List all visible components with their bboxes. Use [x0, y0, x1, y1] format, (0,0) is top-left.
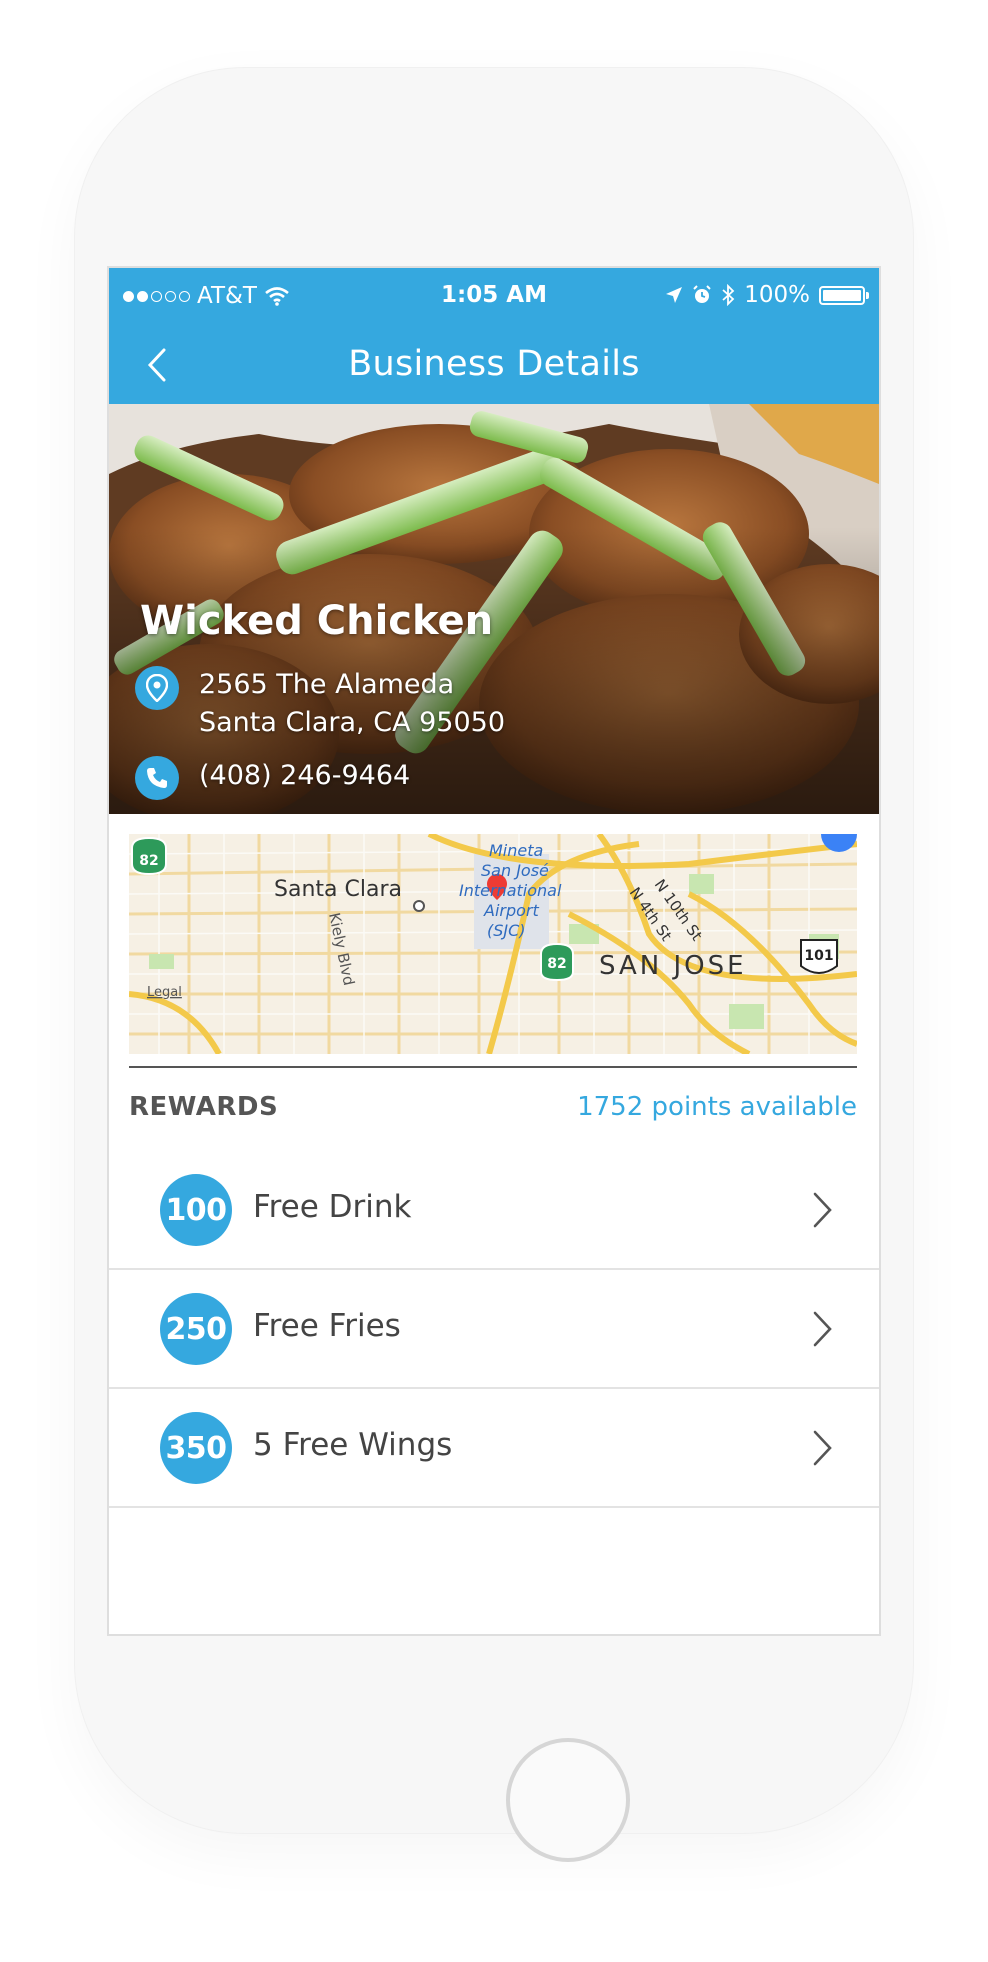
- map-shield-82b: 82: [547, 956, 566, 972]
- map-label-santa-clara: Santa Clara: [274, 877, 402, 902]
- nav-bar: Business Details: [109, 326, 879, 404]
- address-text: 2565 The Alameda Santa Clara, CA 95050: [199, 666, 505, 742]
- phone-row[interactable]: (408) 246-9464: [135, 756, 410, 800]
- reward-item-5-free-wings[interactable]: 350 5 Free Wings: [109, 1389, 879, 1508]
- map-label-airport-5: (SJC): [487, 921, 526, 940]
- location-pin-icon: [135, 666, 179, 710]
- battery-icon: [819, 285, 869, 305]
- page-title: Business Details: [348, 344, 640, 384]
- map-label-airport-1: Mineta: [489, 841, 543, 860]
- chevron-right-icon: [813, 1192, 832, 1228]
- app-screen: AT&T 1:05 AM 100% Business Details Wicke…: [109, 268, 879, 1634]
- points-badge: 350: [160, 1412, 232, 1484]
- reward-name: Free Fries: [253, 1308, 401, 1344]
- address-row[interactable]: 2565 The Alameda Santa Clara, CA 95050: [135, 666, 505, 742]
- home-button[interactable]: [506, 1738, 630, 1862]
- reward-item-free-fries[interactable]: 250 Free Fries: [109, 1270, 879, 1389]
- map-shield-82a: 82: [139, 853, 158, 869]
- alarm-icon: [693, 285, 711, 303]
- map-label-airport-4: Airport: [483, 901, 539, 920]
- bluetooth-icon: [722, 284, 735, 306]
- rewards-label: REWARDS: [129, 1092, 279, 1122]
- reward-name: 5 Free Wings: [253, 1427, 453, 1463]
- rewards-header: REWARDS 1752 points available: [129, 1092, 857, 1132]
- battery-percent: 100%: [744, 282, 810, 308]
- points-badge: 100: [160, 1174, 232, 1246]
- map-label-airport-2: San José: [481, 861, 549, 880]
- chevron-right-icon: [813, 1311, 832, 1347]
- reward-item-free-drink[interactable]: 100 Free Drink: [109, 1151, 879, 1270]
- address-line2: Santa Clara, CA 95050: [199, 707, 506, 738]
- map-legal-link[interactable]: Legal: [147, 985, 182, 1000]
- app-header: AT&T 1:05 AM 100% Business Details: [109, 268, 879, 404]
- chevron-right-icon: [813, 1430, 832, 1466]
- map-shield-101: 101: [804, 948, 833, 964]
- map-canvas: 82 82 101 Santa Clara Kiely Blvd Mineta …: [129, 834, 857, 1054]
- location-arrow-icon: [666, 287, 683, 303]
- points-badge: 250: [160, 1293, 232, 1365]
- phone-number: (408) 246-9464: [199, 760, 411, 791]
- reward-list: 100 Free Drink 250 Free Fries 350 5 Free…: [109, 1151, 879, 1508]
- address-line1: 2565 The Alameda: [199, 669, 455, 700]
- reward-name: Free Drink: [253, 1189, 412, 1225]
- phone-icon: [135, 756, 179, 800]
- business-name: Wicked Chicken: [140, 598, 494, 644]
- map-divider: [129, 1066, 857, 1068]
- map-label-san-jose: SAN JOSE: [599, 951, 747, 981]
- status-bar: AT&T 1:05 AM 100%: [109, 268, 879, 326]
- points-available: 1752 points available: [577, 1092, 857, 1122]
- location-map[interactable]: 82 82 101 Santa Clara Kiely Blvd Mineta …: [129, 834, 857, 1054]
- business-hero: Wicked Chicken 2565 The Alameda Santa Cl…: [109, 404, 879, 814]
- map-label-airport-3: International: [459, 881, 562, 900]
- status-right: 100%: [665, 282, 869, 308]
